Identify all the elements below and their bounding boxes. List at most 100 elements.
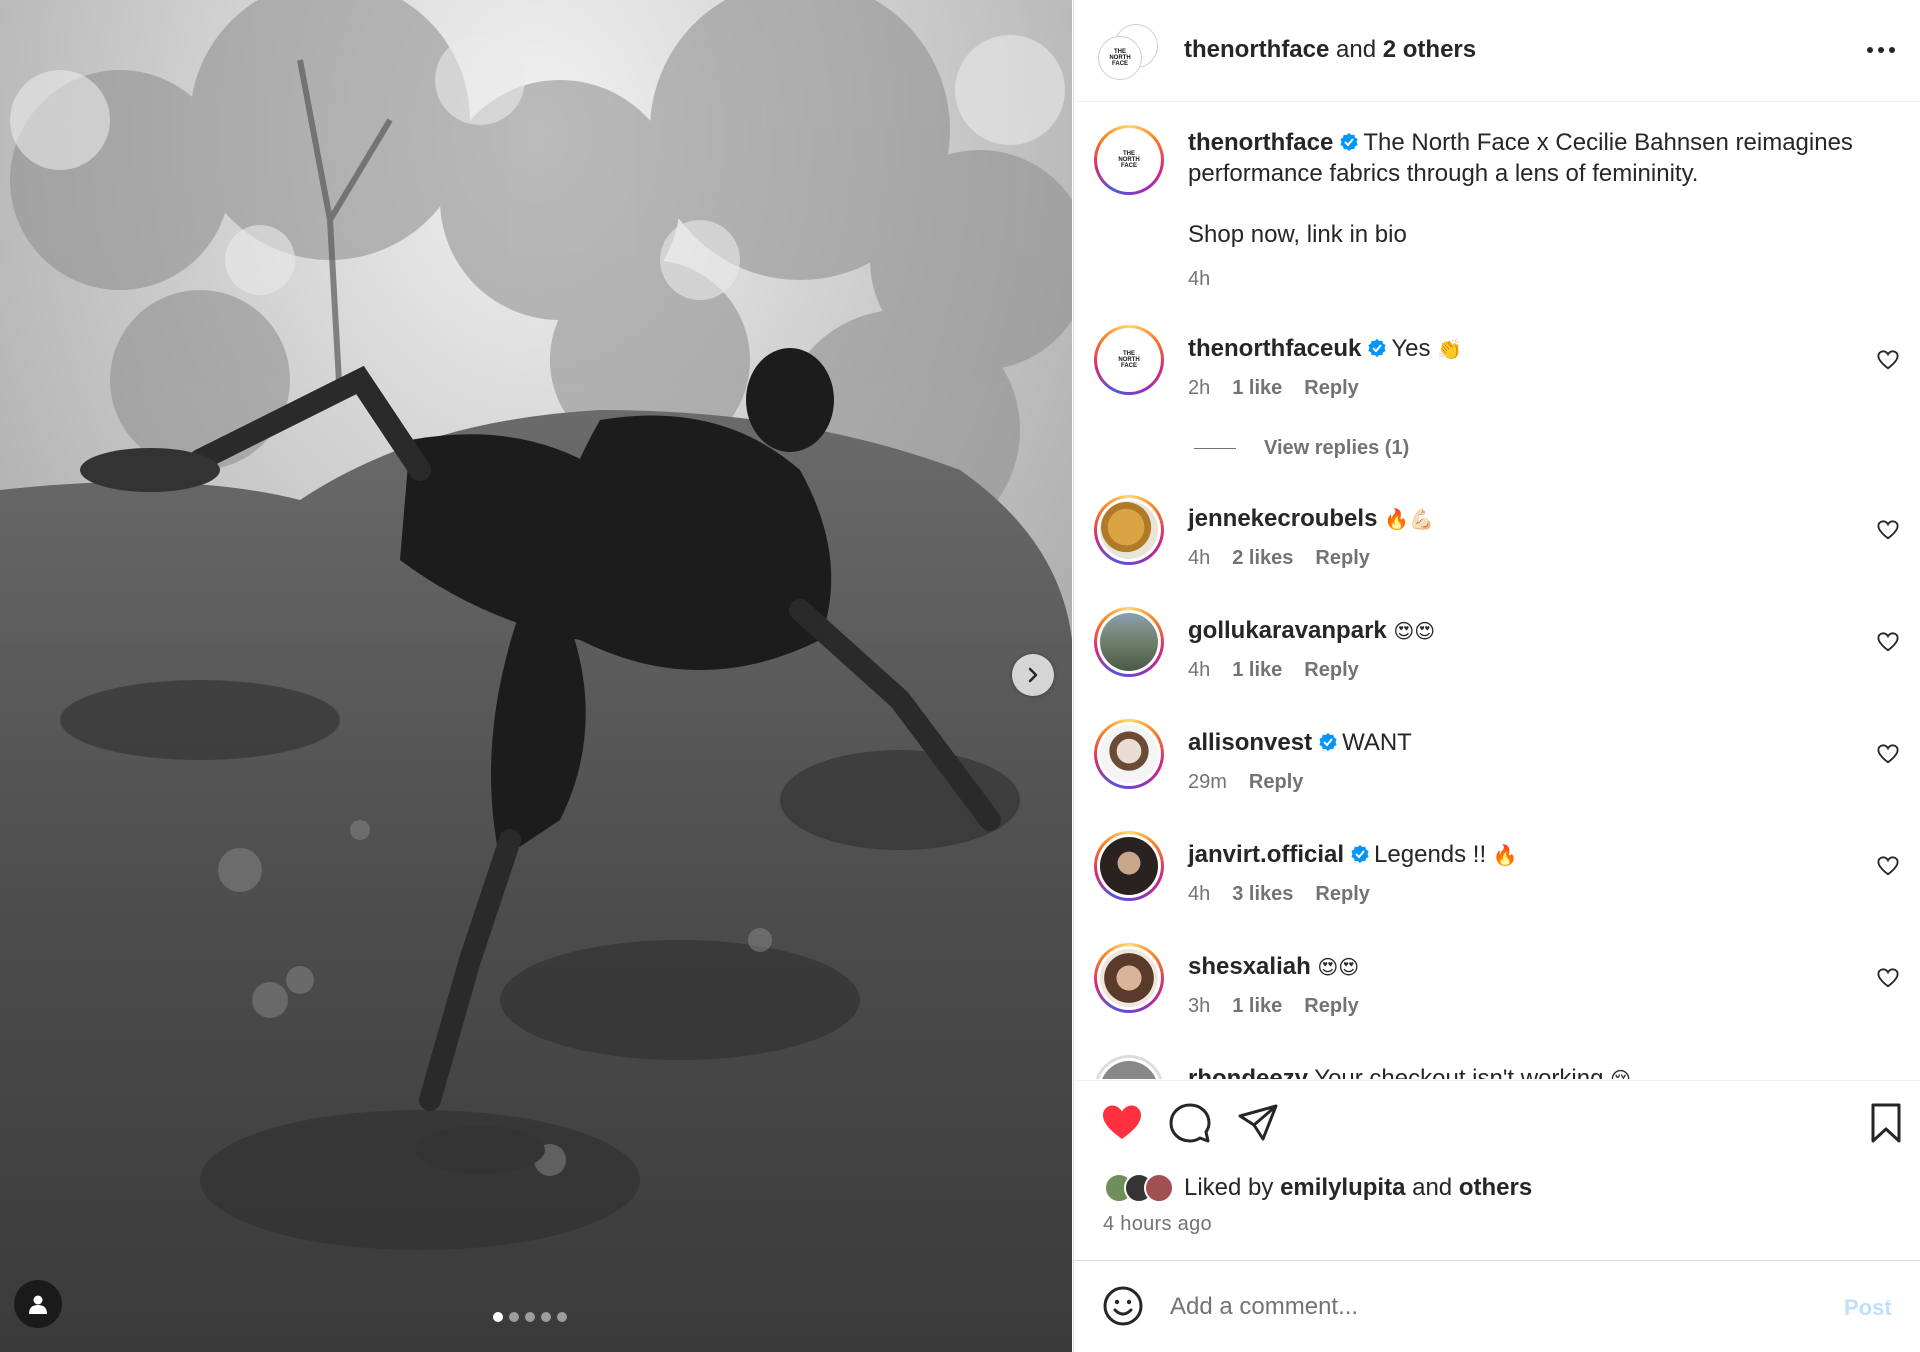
carousel-dot <box>493 1312 503 1322</box>
avatar[interactable]: THE NORTH FACE <box>1094 125 1164 195</box>
like-comment-heart-icon[interactable] <box>1877 967 1899 989</box>
share-send-icon[interactable] <box>1236 1101 1280 1145</box>
comment-likes[interactable]: 3 likes <box>1232 883 1293 906</box>
post-actions: Liked by emilylupita and others 4 hours … <box>1074 1080 1920 1260</box>
add-comment-bar: Post <box>1074 1260 1920 1352</box>
avatar[interactable] <box>1094 607 1164 677</box>
liked-by-others[interactable]: others <box>1459 1174 1532 1201</box>
like-comment-heart-icon[interactable] <box>1877 349 1899 371</box>
comment-emoji: 😢 <box>1610 1067 1631 1079</box>
post-media[interactable] <box>0 0 1072 1352</box>
like-comment-heart-icon[interactable] <box>1877 519 1899 541</box>
post-authors[interactable]: thenorthface and 2 others <box>1184 36 1476 64</box>
tagged-users-button[interactable] <box>14 1280 62 1328</box>
reply-button[interactable]: Reply <box>1304 995 1358 1018</box>
comment-text: Yes <box>1391 335 1431 362</box>
chevron-right-icon <box>1028 667 1038 683</box>
comment-likes[interactable]: 1 like <box>1232 377 1282 400</box>
reply-button[interactable]: Reply <box>1249 771 1303 794</box>
caption-text-line2: Shop now, link in bio <box>1188 221 1407 248</box>
avatar[interactable] <box>1094 1055 1164 1079</box>
comment-text: WANT <box>1342 729 1412 756</box>
more-options-button[interactable] <box>1863 38 1899 62</box>
more-horizontal-icon <box>1867 47 1873 53</box>
carousel-dot <box>541 1312 551 1322</box>
reply-button[interactable]: Reply <box>1304 377 1358 400</box>
bookmark-icon[interactable] <box>1864 1101 1908 1145</box>
comment-username[interactable]: thenorthfaceuk <box>1188 335 1361 362</box>
post-timestamp[interactable]: 4 hours ago <box>1103 1213 1212 1236</box>
comment-likes[interactable]: 1 like <box>1232 995 1282 1018</box>
liked-by[interactable]: Liked by emilylupita and others <box>1104 1173 1532 1203</box>
carousel-indicator <box>493 1312 567 1322</box>
comment-time: 4h <box>1188 659 1211 681</box>
like-heart-icon[interactable] <box>1100 1101 1144 1145</box>
like-comment-heart-icon[interactable] <box>1877 743 1899 765</box>
post-comment-button[interactable]: Post <box>1844 1295 1892 1321</box>
carousel-next-button[interactable] <box>1012 654 1054 696</box>
tnf-logo: THE NORTH FACE <box>1118 351 1140 369</box>
comment-likes[interactable]: 2 likes <box>1232 547 1293 570</box>
comment-username[interactable]: allisonvest <box>1188 729 1312 756</box>
caption-username[interactable]: thenorthface <box>1188 129 1333 156</box>
carousel-dot <box>525 1312 535 1322</box>
comment-time: 3h <box>1188 995 1211 1017</box>
divider-line <box>1194 448 1236 449</box>
like-comment-heart-icon[interactable] <box>1877 631 1899 653</box>
avatar[interactable]: THE NORTH FACE <box>1094 325 1164 395</box>
more-horizontal-icon <box>1889 47 1895 53</box>
comment-username[interactable]: shesxaliah <box>1188 953 1311 980</box>
avatar[interactable] <box>1094 943 1164 1013</box>
comment-emoji: 😍😍 <box>1317 955 1360 979</box>
comment-time: 29m <box>1188 771 1227 793</box>
others-link[interactable]: 2 others <box>1383 36 1476 63</box>
comment-time: 4h <box>1188 883 1211 905</box>
connector-text: and <box>1336 36 1377 63</box>
verified-badge-icon <box>1340 133 1358 151</box>
user-icon <box>29 1295 47 1314</box>
reply-button[interactable]: Reply <box>1315 883 1369 906</box>
comment-username[interactable]: gollukaravanpark <box>1188 617 1387 644</box>
avatar[interactable] <box>1094 719 1164 789</box>
comment-username[interactable]: rhondeezy <box>1188 1065 1308 1079</box>
comment-text: Your checkout isn't working <box>1314 1065 1604 1079</box>
verified-badge-icon <box>1351 845 1369 863</box>
comment-text: Legends !! <box>1374 841 1487 868</box>
collab-avatars[interactable]: THE NORTH FACE <box>1098 24 1158 84</box>
liked-by-user[interactable]: emilylupita <box>1280 1174 1405 1201</box>
post-detail-panel: THE NORTH FACE thenorthface and 2 others… <box>1073 0 1920 1352</box>
caption-time: 4h <box>1188 268 1211 290</box>
comment-time: 2h <box>1188 377 1211 399</box>
liked-by-prefix: Liked by <box>1184 1174 1274 1201</box>
view-replies-label: View replies (1) <box>1264 437 1410 459</box>
verified-badge-icon <box>1368 339 1386 357</box>
emoji-picker-icon[interactable] <box>1102 1285 1144 1327</box>
comment-input[interactable] <box>1170 1287 1770 1327</box>
comment-likes[interactable]: 1 like <box>1232 659 1282 682</box>
tnf-logo: THE NORTH FACE <box>1118 151 1140 169</box>
like-comment-heart-icon[interactable] <box>1877 855 1899 877</box>
reply-button[interactable]: Reply <box>1315 547 1369 570</box>
post-header: THE NORTH FACE thenorthface and 2 others <box>1074 0 1920 102</box>
comment-icon[interactable] <box>1168 1101 1212 1145</box>
comment-emoji: 🔥💪🏻 <box>1384 507 1434 531</box>
carousel-dot <box>509 1312 519 1322</box>
tnf-logo: THE NORTH FACE <box>1109 49 1131 67</box>
comment-emoji: 👏 <box>1437 337 1463 361</box>
liked-by-and: and <box>1412 1174 1453 1201</box>
reply-button[interactable]: Reply <box>1304 659 1358 682</box>
avatar[interactable] <box>1094 831 1164 901</box>
owner-username[interactable]: thenorthface <box>1184 36 1329 63</box>
verified-badge-icon <box>1319 733 1337 751</box>
comment-username[interactable]: janvirt.official <box>1188 841 1344 868</box>
avatar <box>1144 1173 1174 1203</box>
avatar: THE NORTH FACE <box>1098 36 1142 80</box>
comments-list[interactable]: THE NORTH FACE thenorthface The North Fac… <box>1074 103 1920 1079</box>
post-photo <box>0 0 1072 1352</box>
avatar[interactable] <box>1094 495 1164 565</box>
comment-username[interactable]: jennekecroubels <box>1188 505 1377 532</box>
comment-time: 4h <box>1188 547 1211 569</box>
comment-emoji: 🔥 <box>1492 843 1518 867</box>
view-replies-button[interactable]: View replies (1) <box>1194 437 1409 460</box>
more-horizontal-icon <box>1878 47 1884 53</box>
